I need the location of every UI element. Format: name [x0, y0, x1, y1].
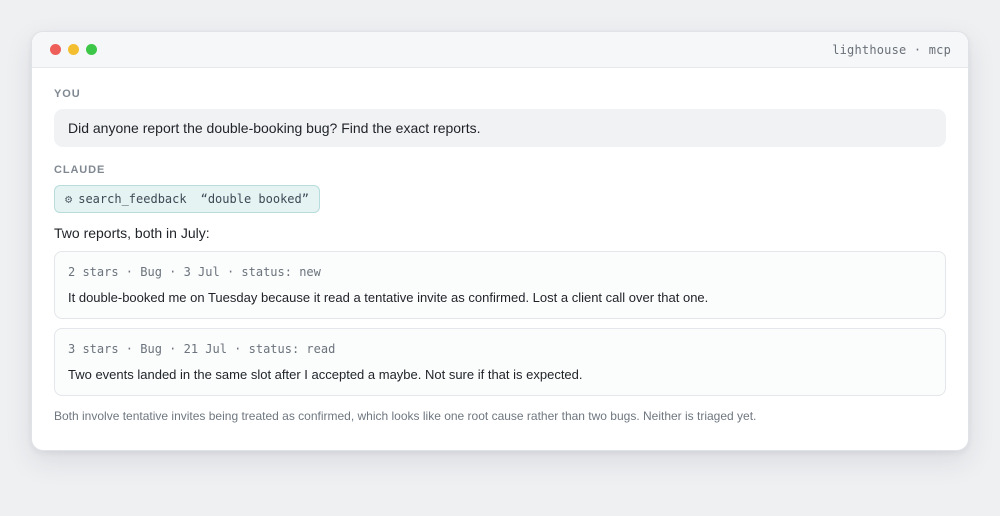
tool-call-name: search_feedback	[78, 192, 187, 206]
report-body: Two events landed in the same slot after…	[68, 367, 583, 382]
maximize-window-button[interactable]	[86, 44, 97, 55]
assistant-lead-text: Two reports, both in July:	[54, 225, 210, 241]
assistant-role-label: CLAUDE	[54, 164, 106, 176]
report-meta: 2 stars · Bug · 3 Jul · status: new	[68, 265, 321, 279]
gear-icon: ⚙	[65, 192, 73, 206]
title-bar: lighthouse · mcp	[32, 32, 968, 68]
report-body: It double-booked me on Tuesday because i…	[68, 290, 709, 305]
minimize-window-button[interactable]	[68, 44, 79, 55]
tool-call-query: “double booked”	[200, 192, 309, 206]
user-message: Did anyone report the double-booking bug…	[54, 109, 946, 147]
app-window: lighthouse · mcp YOU Did anyone report t…	[31, 31, 969, 451]
window-controls	[50, 44, 97, 55]
tool-call-chip[interactable]: ⚙ search_feedback “double booked”	[54, 185, 320, 213]
report-card: 3 stars · Bug · 21 Jul · status: read Tw…	[54, 328, 946, 396]
user-message-text: Did anyone report the double-booking bug…	[68, 120, 481, 136]
user-role-label: YOU	[54, 88, 81, 100]
conversation: YOU Did anyone report the double-booking…	[32, 68, 968, 423]
report-meta: 3 stars · Bug · 21 Jul · status: read	[68, 342, 336, 356]
close-window-button[interactable]	[50, 44, 61, 55]
report-card: 2 stars · Bug · 3 Jul · status: new It d…	[54, 251, 946, 319]
window-title: lighthouse · mcp	[832, 42, 951, 57]
assistant-summary: Both involve tentative invites being tre…	[54, 409, 757, 423]
